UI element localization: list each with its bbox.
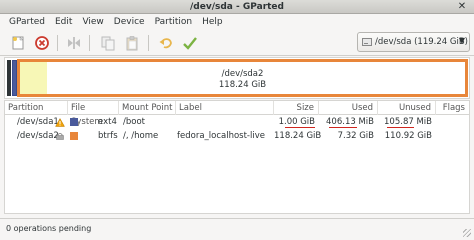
column-header-partition[interactable]: Partition [5,101,68,115]
filesystem-color-swatch [70,118,78,126]
cell-partition: /dev/sda2 [17,131,59,141]
table-header: Partition File System Mount Point Label … [5,101,469,127]
partition-graph: /dev/sda2 118.24 GiB [4,57,470,99]
column-header-flags[interactable]: Flags [436,101,469,115]
undo-icon[interactable] [158,35,174,51]
unused-underline [387,127,414,128]
close-icon[interactable]: ✕ [456,1,468,13]
cell-mount-point: /boot [123,117,145,127]
cell-partition: /dev/sda1 [17,117,59,127]
delete-partition-icon[interactable] [34,35,50,51]
device-selector[interactable]: /dev/sda (119.24 GiB) ▼ [357,32,470,52]
graph-partition-name: /dev/sda2 [221,69,264,79]
resize-grip-icon[interactable] [463,229,471,237]
menu-partition[interactable]: Partition [150,15,198,29]
partition-table: Partition File System Mount Point Label … [4,100,470,214]
menu-device[interactable]: Device [109,15,150,29]
menu-gparted[interactable]: GParted [4,15,50,29]
status-bar: 0 operations pending [0,218,474,240]
device-selector-label: /dev/sda (119.24 GiB) [375,37,468,47]
menu-view[interactable]: View [77,15,108,29]
apply-icon[interactable] [182,35,198,51]
new-partition-icon[interactable] [10,35,26,51]
used-underline [329,127,357,128]
cell-filesystem: ext4 [98,117,117,127]
column-header-size[interactable]: Size [274,101,319,115]
column-header-unused[interactable]: Unused [378,101,436,115]
status-text: 0 operations pending [6,224,92,233]
menu-bar: GParted Edit View Device Partition Help [0,15,474,29]
cell-size: 118.24 GiB [274,131,322,141]
menu-help[interactable]: Help [197,15,228,29]
cell-label: fedora_localhost-live [177,131,265,141]
column-header-label[interactable]: Label [176,101,274,115]
column-header-filesystem[interactable]: File System [68,101,119,127]
cell-mount-point: /, /home [123,131,159,141]
toolbar-separator [148,35,149,51]
graph-partition-label: /dev/sda2 118.24 GiB [20,69,465,91]
column-header-mount-point[interactable]: Mount Point [119,101,176,115]
warning-icon[interactable] [55,118,65,127]
filesystem-color-swatch [70,132,78,140]
lock-icon [56,133,64,140]
toolbar-separator [89,35,90,51]
table-row[interactable]: /dev/sda2 btrfs /, /home fedora_localhos… [5,130,469,143]
toolbar-separator [57,35,58,51]
graph-partition-size: 118.24 GiB [218,80,267,90]
cell-used: 7.32 GiB [337,131,374,141]
menu-edit[interactable]: Edit [50,15,77,29]
cell-unused: 110.92 GiB [384,131,432,141]
column-header-used[interactable]: Used [319,101,378,115]
cell-filesystem: btrfs [98,131,118,141]
copy-icon[interactable] [100,35,116,51]
disk-icon [362,38,372,46]
table-row[interactable]: /dev/sda1 ext4 /boot 1.00 GiB 406.13 MiB… [5,116,469,129]
paste-icon[interactable] [124,35,140,51]
chevron-down-icon: ▼ [458,36,465,45]
size-underline [285,127,315,128]
window-title: /dev/sda - GParted [190,2,284,12]
graph-partition-sda2[interactable]: /dev/sda2 118.24 GiB [17,59,468,97]
resize-move-icon[interactable] [66,35,82,51]
window-titlebar: /dev/sda - GParted ✕ [0,0,474,14]
graph-unallocated-segment[interactable] [7,60,11,96]
